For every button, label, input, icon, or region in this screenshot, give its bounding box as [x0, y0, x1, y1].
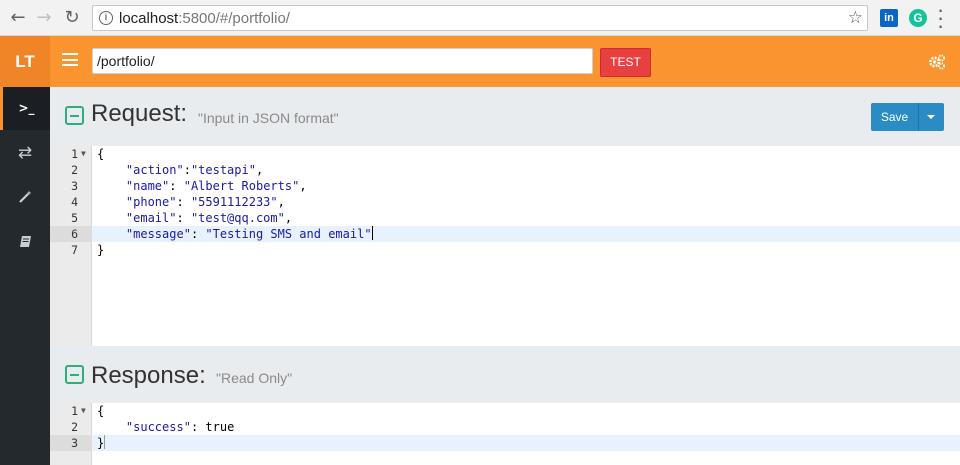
fold-arrow-icon[interactable]: ▼ — [81, 403, 86, 419]
browser-toolbar: ← → ↻ i localhost:5800/#/portfolio/ ☆ in… — [0, 0, 960, 36]
code-text: "message": "Testing SMS and email" — [125, 226, 374, 241]
line-number: 6 — [50, 226, 92, 242]
sidebar: >_ ⇄ — [0, 87, 50, 465]
info-icon[interactable]: i — [99, 11, 113, 25]
request-title: Request: — [91, 100, 188, 127]
terminal-icon[interactable]: >_ — [0, 87, 50, 130]
app-logo[interactable]: LT — [0, 36, 50, 87]
response-title: Response: — [91, 362, 206, 389]
url-text[interactable]: localhost:5800/#/portfolio/ — [119, 10, 290, 27]
code-text: "success": true — [125, 420, 235, 434]
line-number: 4 — [71, 195, 78, 209]
bookmark-star-icon[interactable]: ☆ — [848, 8, 863, 28]
code-text: { — [97, 404, 105, 418]
code-line: 4 "phone": "5591112233", — [50, 194, 960, 210]
reload-icon[interactable]: ↻ — [60, 6, 84, 30]
save-dropdown-caret-icon[interactable] — [919, 103, 944, 131]
code-line: 1 ▼ { — [50, 403, 960, 419]
code-line: 2 "action":"testapi", — [50, 162, 960, 178]
back-arrow-icon[interactable]: ← — [6, 6, 30, 30]
code-text: } — [97, 435, 106, 450]
text-cursor — [104, 435, 106, 449]
response-hint: "Read Only" — [216, 370, 293, 386]
code-line: 3 "name": "Albert Roberts", — [50, 178, 960, 194]
code-line: 1 ▼ { — [50, 146, 960, 162]
grammarly-extension-icon[interactable]: G — [909, 9, 927, 27]
magic-wand-icon[interactable] — [0, 176, 50, 219]
save-button-group: Save — [871, 103, 944, 131]
code-text: "email": "test@qq.com", — [125, 211, 293, 225]
code-line: 2 "success": true — [50, 419, 960, 435]
text-cursor — [371, 226, 374, 240]
forward-arrow-icon[interactable]: → — [32, 6, 56, 30]
request-hint: "Input in JSON format" — [198, 110, 339, 126]
request-editor[interactable]: 1 ▼ { 2 "action":"testapi", 3 "name": "A… — [50, 146, 960, 346]
code-line-active: 3 } — [50, 435, 960, 451]
code-text: "action":"testapi", — [125, 163, 264, 177]
linkedin-extension-icon[interactable]: in — [880, 9, 898, 27]
test-button[interactable]: TEST — [600, 48, 651, 77]
line-number: 3 — [71, 179, 78, 193]
code-text: "name": "Albert Roberts", — [125, 179, 307, 193]
browser-menu-icon[interactable]: · · · — [934, 4, 948, 36]
line-number: 2 — [71, 420, 78, 434]
code-text: } — [97, 243, 105, 257]
code-line: 5 "email": "test@qq.com", — [50, 210, 960, 226]
line-number: 7 — [71, 243, 78, 257]
line-number: 2 — [71, 163, 78, 177]
main-panel: Request: "Input in JSON format" Save 1 ▼… — [50, 87, 960, 465]
address-bar[interactable]: i localhost:5800/#/portfolio/ ☆ — [92, 5, 868, 31]
book-icon[interactable] — [0, 220, 50, 263]
url-host: localhost — [119, 10, 179, 27]
code-text: { — [97, 147, 105, 161]
code-line-active: 6 "message": "Testing SMS and email" — [50, 226, 960, 242]
hamburger-menu-icon[interactable] — [62, 53, 78, 69]
url-path: :5800/#/portfolio/ — [178, 10, 290, 27]
response-editor[interactable]: 1 ▼ { 2 "success": true 3 } — [50, 403, 960, 465]
save-button[interactable]: Save — [871, 103, 919, 131]
request-section-header: Request: "Input in JSON format" Save — [50, 87, 960, 145]
code-line: 7 } — [50, 242, 960, 258]
line-number: 5 — [71, 211, 78, 225]
line-number: 3 — [50, 435, 92, 451]
app-header: LT TEST — [0, 36, 960, 87]
endpoint-path-input[interactable] — [92, 48, 593, 74]
fold-arrow-icon[interactable]: ▼ — [81, 146, 86, 162]
code-text: "phone": "5591112233", — [125, 195, 285, 209]
exchange-icon[interactable]: ⇄ — [0, 132, 50, 175]
collapse-request-icon[interactable] — [65, 106, 84, 125]
collapse-response-icon[interactable] — [65, 365, 84, 384]
response-section-header: Response: "Read Only" — [50, 346, 960, 404]
settings-cogs-icon[interactable] — [928, 53, 946, 71]
